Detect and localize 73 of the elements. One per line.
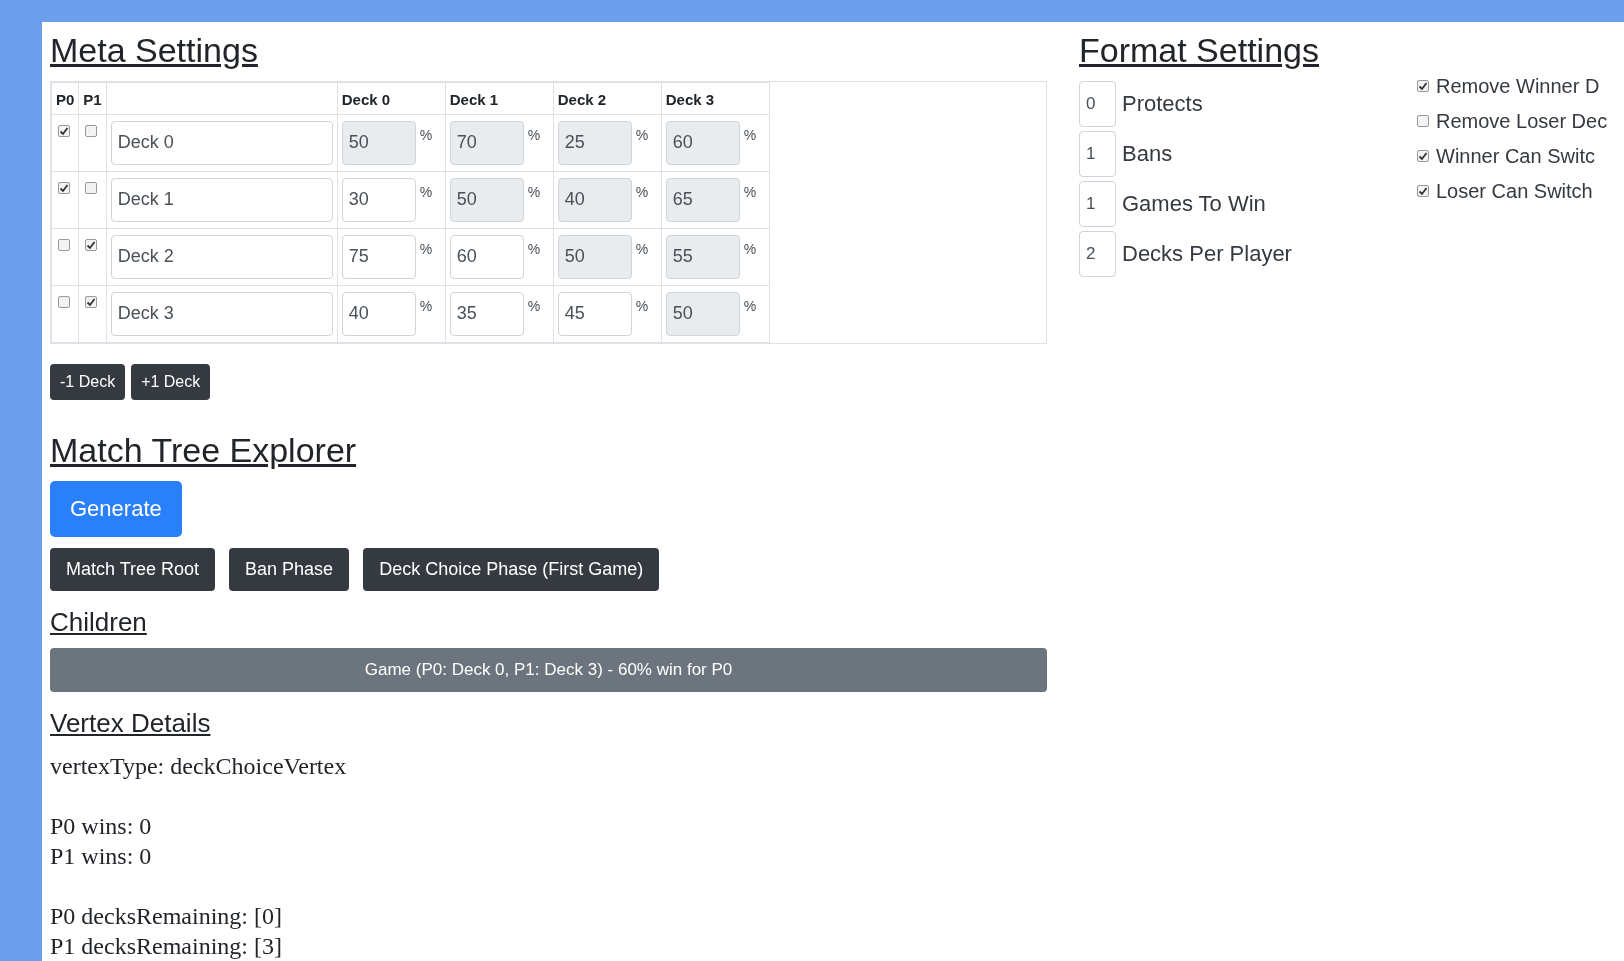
number-field[interactable]: 1	[1079, 180, 1116, 227]
field-label: Games To Win	[1122, 190, 1266, 217]
deck-count-button[interactable]: -1 Deck	[50, 363, 126, 400]
checkbox[interactable]	[58, 295, 70, 308]
percent-sign: %	[527, 126, 541, 143]
column-header: P1	[78, 82, 107, 115]
percent-sign: %	[743, 183, 757, 200]
checkbox[interactable]	[85, 181, 98, 194]
option-label: Winner Can Switc	[1436, 144, 1595, 168]
deck-name-field[interactable]: Deck 3	[110, 291, 333, 336]
percent-field[interactable]: 40	[341, 291, 416, 336]
percent-sign: %	[419, 240, 433, 257]
field-label: Decks Per Player	[1122, 240, 1292, 267]
percent-sign: %	[527, 240, 541, 257]
deck-count-button[interactable]: +1 Deck	[131, 363, 211, 400]
percent-sign: %	[527, 183, 541, 200]
option-label: Remove Loser Dec	[1436, 109, 1608, 133]
vertex-button[interactable]: Deck Choice Phase (First Game)	[363, 547, 660, 591]
percent-field[interactable]: 60	[449, 234, 524, 279]
percent-field[interactable]: 75	[341, 234, 416, 279]
subheading: Vertex Details	[50, 707, 211, 739]
checkbox[interactable]	[1417, 115, 1429, 128]
number-field[interactable]: 1	[1079, 130, 1116, 177]
detail-text: P1 wins: 0	[50, 841, 153, 871]
percent-sign: %	[743, 126, 757, 143]
column-header: Deck 2	[553, 82, 662, 115]
percent-field[interactable]: 30	[341, 177, 416, 222]
checkbox[interactable]	[58, 124, 70, 137]
number-field[interactable]: 0	[1079, 80, 1116, 127]
percent-field[interactable]: 35	[449, 291, 524, 336]
percent-sign: %	[743, 240, 757, 257]
checkbox[interactable]	[1417, 185, 1429, 198]
checkbox[interactable]	[85, 124, 98, 137]
vertex-button[interactable]: Ban Phase	[229, 547, 350, 591]
field-label: Protects	[1122, 90, 1203, 117]
section-heading: Meta Settings	[50, 30, 258, 71]
checkbox[interactable]	[85, 238, 98, 251]
percent-field[interactable]: 45	[557, 291, 632, 336]
checkbox[interactable]	[1417, 80, 1429, 93]
option-label: Loser Can Switch	[1436, 179, 1593, 203]
column-header: Deck 0	[337, 82, 446, 115]
detail-text: vertexType: deckChoiceVertex	[50, 751, 348, 781]
percent-sign: %	[527, 297, 541, 314]
checkbox[interactable]	[58, 238, 70, 251]
deck-name-field[interactable]: Deck 0	[110, 120, 333, 165]
percent-sign: %	[635, 240, 649, 257]
checkbox[interactable]	[85, 295, 98, 308]
detail-text: P0 wins: 0	[50, 811, 153, 841]
field-label: Bans	[1122, 140, 1173, 167]
subheading: Children	[50, 606, 147, 638]
percent-sign: %	[419, 297, 433, 314]
column-header: Deck 3	[661, 82, 770, 115]
option-label: Remove Winner D	[1436, 74, 1600, 98]
vertex-button[interactable]: Match Tree Root	[50, 547, 216, 591]
checkbox[interactable]	[58, 181, 70, 194]
percent-sign: %	[635, 183, 649, 200]
deck-name-field[interactable]: Deck 2	[110, 234, 333, 279]
section-heading: Match Tree Explorer	[50, 429, 357, 471]
section-heading: Format Settings	[1079, 30, 1319, 71]
detail-text: P1 decksRemaining: [3]	[50, 931, 283, 961]
detail-text: P0 decksRemaining: [0]	[50, 901, 283, 931]
number-field[interactable]: 2	[1079, 230, 1116, 277]
child-vertex-button[interactable]: Game (P0: Deck 0, P1: Deck 3) - 60% win for P0	[50, 647, 1047, 692]
percent-sign: %	[419, 183, 433, 200]
percent-sign: %	[743, 297, 757, 314]
percent-sign: %	[419, 126, 433, 143]
percent-sign: %	[635, 126, 649, 143]
column-header: Deck 1	[445, 82, 554, 115]
checkbox[interactable]	[1417, 150, 1429, 163]
percent-sign: %	[635, 297, 649, 314]
generate-button[interactable]: Generate	[50, 480, 182, 537]
column-header: P0	[51, 82, 79, 115]
deck-name-field[interactable]: Deck 1	[110, 177, 333, 222]
